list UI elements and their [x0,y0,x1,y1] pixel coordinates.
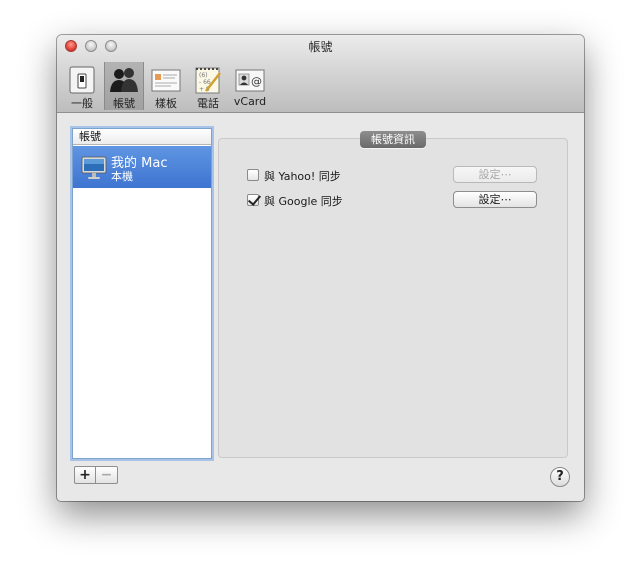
google-sync-label: 與 Google 同步 [264,195,343,208]
help-button[interactable]: ? [550,467,570,487]
accounts-list-header: 帳號 [73,129,211,145]
toolbar-label: 一般 [71,97,93,110]
yahoo-settings-button[interactable]: 設定⋯ [453,166,537,183]
svg-text:- 66: - 66 [199,79,211,86]
account-info-tab[interactable]: 帳號資訊 [360,131,426,148]
yahoo-sync-checkbox[interactable] [247,169,259,181]
toolbar-label: 樣板 [155,97,177,110]
svg-text:@: @ [251,75,262,88]
remove-account-button[interactable]: − [96,466,118,484]
window-title: 帳號 [308,40,333,54]
yahoo-sync-label: 與 Yahoo! 同步 [264,170,341,183]
account-subtitle: 本機 [111,170,133,183]
titlebar: 帳號 一般 帳號 樣板 (6) - 66 + 9 電話 @ vCard [57,35,584,113]
google-settings-button[interactable]: 設定⋯ [453,191,537,208]
toolbar-vcard[interactable]: @ vCard [230,62,270,110]
imac-icon [81,156,107,179]
toolbar-phone[interactable]: (6) - 66 + 9 電話 [190,62,226,110]
vcard-icon: @ [235,69,265,92]
switch-icon [69,66,95,94]
toolbar-general[interactable]: 一般 [64,62,100,110]
template-card-icon [151,69,181,92]
accounts-list[interactable]: 帳號 我的 Mac 本機 [72,128,212,459]
toolbar-label: 帳號 [113,97,135,110]
phone-notepad-icon: (6) - 66 + 9 [195,67,221,94]
people-icon [110,68,138,92]
toolbar-label: 電話 [197,97,219,110]
account-info-panel [218,138,568,458]
add-account-button[interactable]: + [74,466,96,484]
svg-text:(6): (6) [199,72,208,79]
toolbar-template[interactable]: 樣板 [146,62,186,110]
account-row-my-mac[interactable]: 我的 Mac 本機 [73,146,211,188]
toolbar-label: vCard [233,95,267,108]
google-sync-checkbox[interactable] [247,194,259,206]
preferences-window: 帳號 一般 帳號 樣板 (6) - 66 + 9 電話 @ vCard 帳號 我… [57,35,584,501]
toolbar-accounts[interactable]: 帳號 [104,62,144,110]
